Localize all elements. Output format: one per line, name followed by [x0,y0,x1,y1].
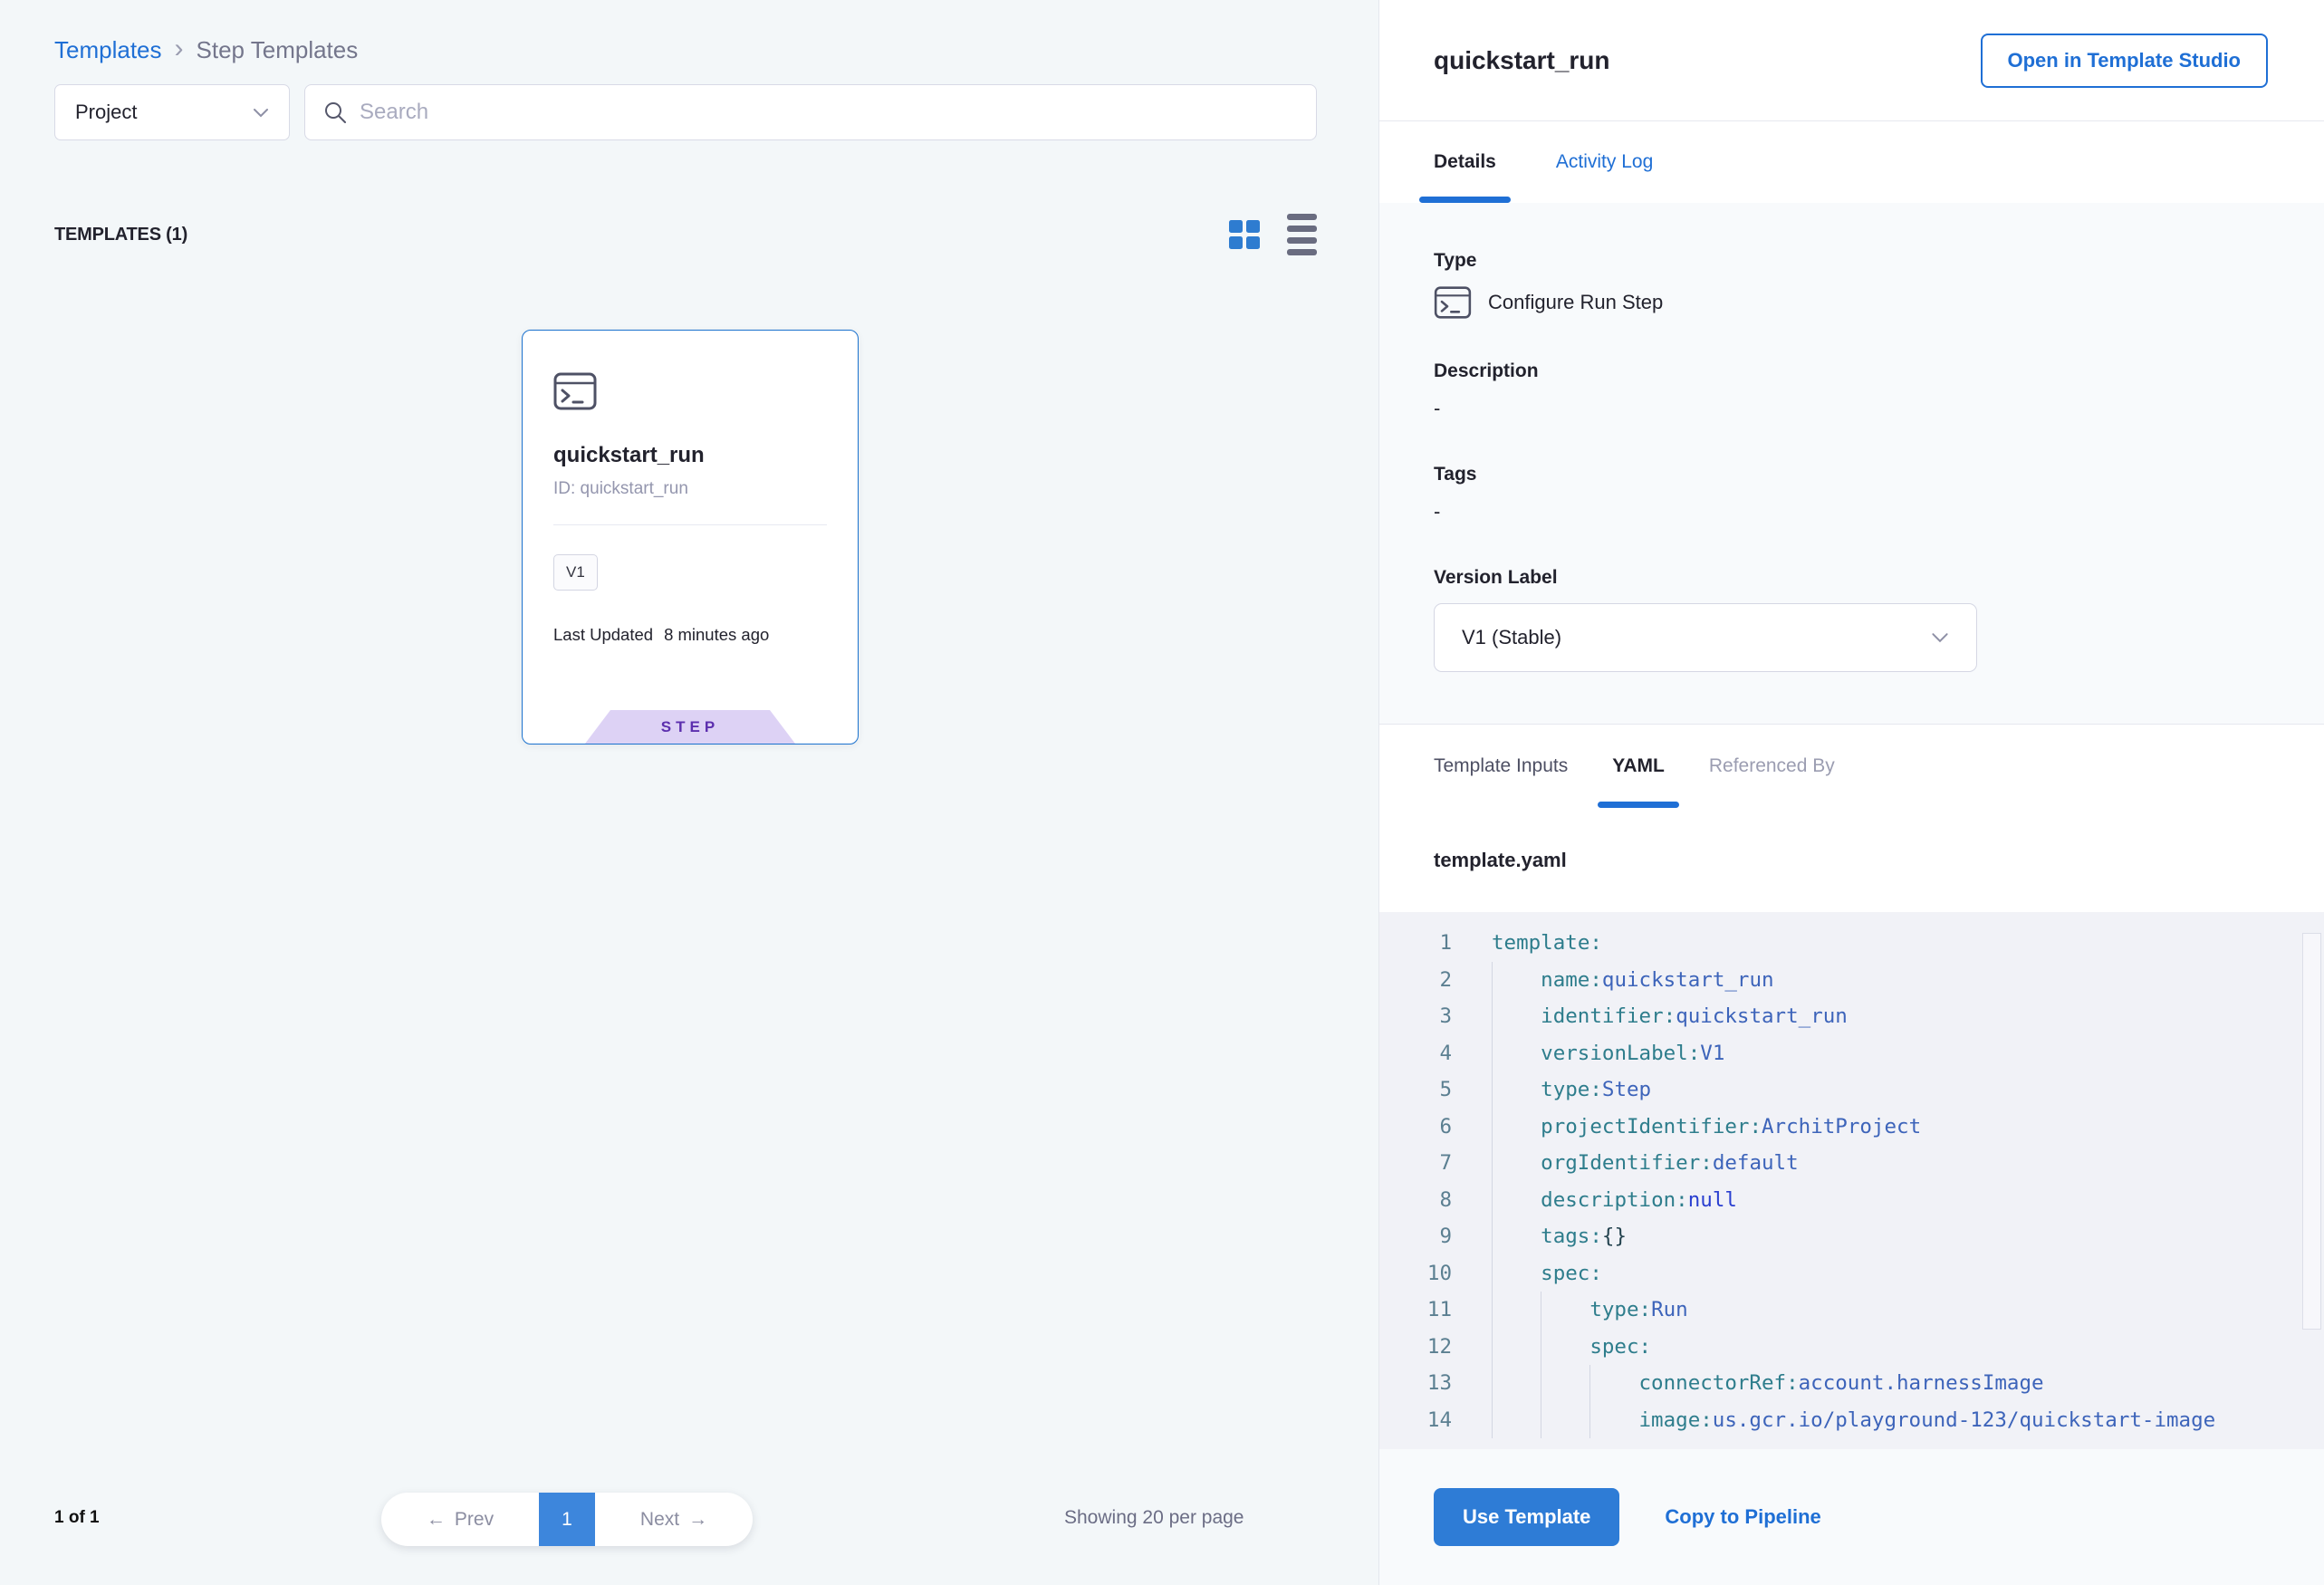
left-arrow-icon: ← [427,1509,446,1531]
step-type-ribbon: STEP [585,710,795,744]
detail-sub-tabs: Template Inputs YAML Referenced By [1379,725,2324,808]
tab-details[interactable]: Details [1434,121,1496,203]
yaml-file-name: template.yaml [1434,849,1567,872]
search-icon [323,101,347,124]
search-box [304,84,1317,140]
template-detail-panel: quickstart_run Open in Template Studio D… [1379,0,2324,1585]
version-select[interactable]: V1 (Stable) [1434,603,1977,672]
tab-yaml[interactable]: YAML [1612,725,1665,808]
page-count: 1 of 1 [54,1508,100,1528]
code-line: 11type: Run [1379,1292,2324,1329]
next-label: Next [640,1509,679,1531]
terminal-step-icon [1434,286,1472,319]
breadcrumb-current: Step Templates [197,36,359,64]
template-card-body: quickstart_run ID: quickstart_run V1 Las… [523,331,858,645]
terminal-step-icon [553,372,597,410]
tab-referenced-by[interactable]: Referenced By [1709,725,1835,808]
code-line: 14image: us.gcr.io/playground-123/quicks… [1379,1402,2324,1439]
detail-actions: Use Template Copy to Pipeline [1379,1449,2324,1585]
template-card[interactable]: quickstart_run ID: quickstart_run V1 Las… [522,330,859,744]
card-id: ID: quickstart_run [553,479,827,499]
templates-list-panel: Templates › Step Templates Project TEMPL… [0,0,1379,1585]
prev-label: Prev [455,1509,494,1531]
code-line: 3identifier: quickstart_run [1379,998,2324,1035]
type-value: Configure Run Step [1488,291,1663,314]
search-input[interactable] [360,100,1298,125]
breadcrumb: Templates › Step Templates [54,36,358,64]
tab-activity-log[interactable]: Activity Log [1556,121,1653,203]
pagination: ← Prev 1 Next → [381,1493,753,1546]
scope-select[interactable]: Project [54,84,290,140]
type-label: Type [1434,250,2270,272]
card-divider [553,524,827,525]
yaml-code-viewer: 1template:2name: quickstart_run3identifi… [1379,912,2324,1449]
prev-page-button[interactable]: ← Prev [381,1493,539,1546]
detail-tabs: Details Activity Log [1379,121,2324,203]
code-line: 2name: quickstart_run [1379,962,2324,999]
code-line: 13connectorRef: account.harnessImage [1379,1365,2324,1402]
description-value: - [1434,397,2270,420]
chevron-down-icon [253,108,269,118]
code-line: 4versionLabel: V1 [1379,1035,2324,1072]
templates-count-header: TEMPLATES (1) [54,225,187,245]
card-last-updated: Last Updated 8 minutes ago [553,625,827,645]
code-line: 9tags: {} [1379,1218,2324,1255]
filter-controls: Project [54,84,1317,140]
grid-view-icon[interactable] [1229,220,1260,249]
version-label: Version Label [1434,567,2270,589]
version-select-value: V1 (Stable) [1462,626,1561,649]
detail-title: quickstart_run [1434,46,1610,75]
right-arrow-icon: → [688,1509,707,1531]
code-line: 12spec: [1379,1329,2324,1366]
scope-select-value: Project [75,101,137,124]
tags-label: Tags [1434,464,2270,485]
tags-value: - [1434,500,2270,524]
next-page-button[interactable]: Next → [595,1493,753,1546]
yaml-code-lines: 1template:2name: quickstart_run3identifi… [1379,925,2324,1438]
chevron-down-icon [1931,632,1949,643]
code-line: 6projectIdentifier: ArchitProject [1379,1109,2324,1146]
detail-header: quickstart_run Open in Template Studio [1379,0,2324,121]
breadcrumb-templates-link[interactable]: Templates [54,36,162,64]
view-toggles [1229,214,1317,255]
code-scrollbar[interactable] [2302,933,2321,1330]
code-line: 1template: [1379,925,2324,962]
last-updated-value: 8 minutes ago [664,625,769,645]
per-page-text: Showing 20 per page [1064,1507,1244,1529]
breadcrumb-chevron-icon: › [175,37,184,61]
code-line: 10spec: [1379,1255,2324,1292]
type-value-row: Configure Run Step [1434,286,2270,319]
code-line: 5type: Step [1379,1071,2324,1109]
card-title: quickstart_run [553,443,827,468]
code-line: 7orgIdentifier: default [1379,1145,2324,1182]
list-view-icon[interactable] [1287,214,1317,255]
open-in-template-studio-button[interactable]: Open in Template Studio [1981,34,2269,88]
version-badge: V1 [553,554,598,591]
current-page-button[interactable]: 1 [539,1493,595,1546]
app-root: Templates › Step Templates Project TEMPL… [0,0,2324,1585]
yaml-file-header: template.yaml [1379,808,2324,912]
detail-body: Type Configure Run Step Description - Ta… [1379,203,2324,725]
code-line: 8description: null [1379,1182,2324,1219]
list-footer: 1 of 1 ← Prev 1 Next → Showing 20 per pa… [0,1485,1378,1553]
last-updated-label: Last Updated [553,625,653,645]
use-template-button[interactable]: Use Template [1434,1488,1619,1546]
tab-template-inputs[interactable]: Template Inputs [1434,725,1568,808]
list-header-row: TEMPLATES (1) [54,214,1317,255]
copy-to-pipeline-link[interactable]: Copy to Pipeline [1665,1505,1820,1529]
description-label: Description [1434,360,2270,382]
